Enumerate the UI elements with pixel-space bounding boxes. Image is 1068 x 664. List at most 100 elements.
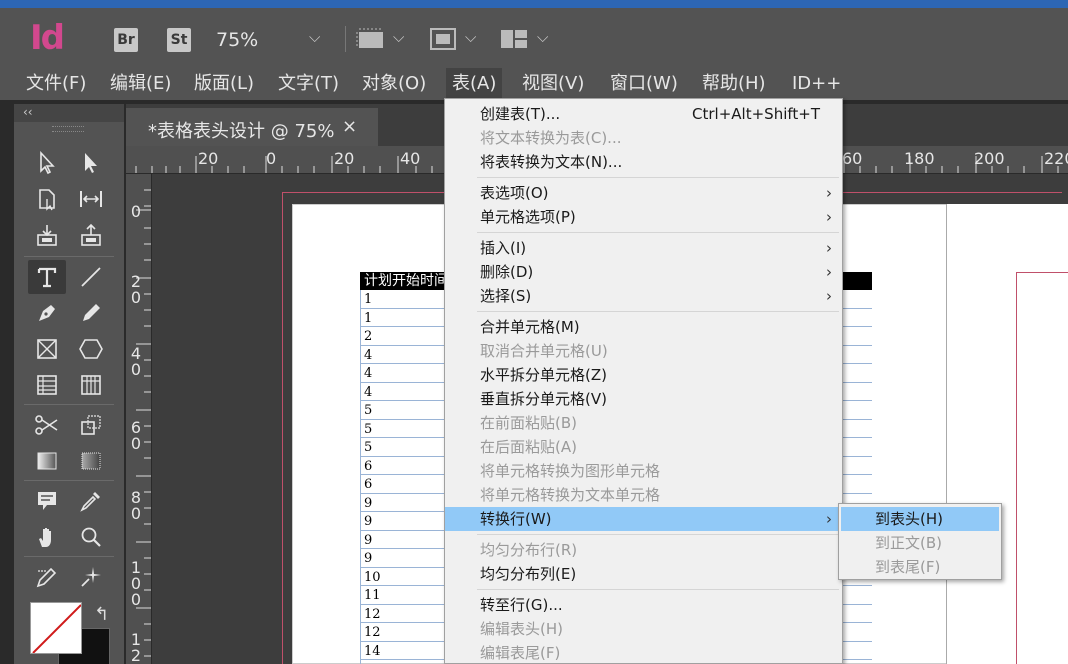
menu-item-go-to-row[interactable]: 转至行(G)... — [445, 593, 842, 617]
document-tab[interactable]: *表格表头设计 @ 75% × — [126, 108, 378, 146]
menu-item-delete[interactable]: 删除(D) › — [445, 260, 842, 284]
pencil-tool-icon[interactable] — [72, 296, 110, 330]
hand-tool-icon[interactable] — [28, 520, 66, 554]
menu-object[interactable]: 对象(O) — [358, 68, 430, 100]
menu-item-label: 将单元格转换为文本单元格 — [480, 486, 661, 504]
chevron-right-icon: › — [826, 184, 832, 202]
table-cell: 11 — [364, 588, 381, 603]
menu-item-label: 垂直拆分单元格(V) — [480, 390, 607, 408]
menu-help[interactable]: 帮助(H) — [698, 68, 770, 100]
gradient-swatch-tool-icon[interactable] — [28, 444, 66, 478]
chevron-down-icon[interactable]: ⌵ — [393, 28, 404, 46]
bridge-button[interactable]: Br — [114, 28, 138, 52]
panel-grip[interactable] — [52, 126, 84, 132]
arrange-documents-icon[interactable] — [499, 26, 529, 52]
menu-item-create-table[interactable]: 创建表(T)... Ctrl+Alt+Shift+T — [445, 102, 842, 126]
menu-item-insert[interactable]: 插入(I) › — [445, 236, 842, 260]
table-cell: 5 — [364, 403, 373, 418]
menu-item-edit-footer: 编辑表尾(F) — [445, 641, 842, 664]
menu-layout[interactable]: 版面(L) — [190, 68, 258, 100]
menu-item-label: 表选项(O) — [480, 184, 549, 202]
swap-fill-stroke-icon[interactable]: ↰ — [94, 604, 109, 625]
menu-window[interactable]: 窗口(W) — [606, 68, 682, 100]
menu-separator — [477, 311, 839, 312]
menu-edit[interactable]: 编辑(E) — [106, 68, 175, 100]
table-menu-dropdown: 创建表(T)... Ctrl+Alt+Shift+T 将文本转换为表(C)...… — [444, 98, 843, 664]
polygon-tool-icon[interactable] — [72, 332, 110, 366]
selection-tool-icon[interactable] — [28, 146, 66, 180]
close-icon[interactable]: × — [342, 116, 357, 137]
divider — [24, 404, 114, 405]
scissors-tool-icon[interactable] — [28, 408, 66, 442]
content-placer-icon[interactable] — [72, 218, 110, 252]
menu-view[interactable]: 视图(V) — [518, 68, 588, 100]
zoom-dropdown-icon[interactable]: ⌵ — [309, 28, 320, 46]
menu-item-convert-table-to-text[interactable]: 将表转换为文本(N)... — [445, 150, 842, 174]
screen-mode-icon[interactable] — [428, 26, 458, 52]
menu-item-label: 水平拆分单元格(Z) — [480, 366, 607, 384]
chevron-down-icon[interactable]: ⌵ — [465, 28, 476, 46]
line-tool-icon[interactable] — [72, 260, 110, 294]
free-transform-tool-icon[interactable] — [72, 408, 110, 442]
content-collector-icon[interactable] — [28, 218, 66, 252]
menu-item-label: 将文本转换为表(C)... — [480, 129, 622, 147]
menu-item-split-vertical[interactable]: 垂直拆分单元格(V) — [445, 387, 842, 411]
menu-item-select[interactable]: 选择(S) › — [445, 284, 842, 308]
menu-item-distribute-columns[interactable]: 均匀分布列(E) — [445, 562, 842, 586]
ruler-label: 4 0 — [130, 344, 142, 379]
table-header-cell: 计划开始时间 — [364, 273, 448, 289]
menu-item-convert-to-graphic-cell: 将单元格转换为图形单元格 — [445, 459, 842, 483]
ruler-label: 40 — [400, 149, 421, 168]
table-cell: 9 — [364, 514, 373, 529]
horizontal-grid-tool-icon[interactable] — [28, 368, 66, 402]
menu-item-convert-rows[interactable]: 转换行(W) › — [445, 507, 842, 531]
menu-file[interactable]: 文件(F) — [22, 68, 90, 100]
menu-item-split-horizontal[interactable]: 水平拆分单元格(Z) — [445, 363, 842, 387]
ruler-label: 2 0 — [130, 272, 142, 307]
table-cell: 9 — [364, 551, 373, 566]
ruler-label: 180 — [904, 149, 935, 168]
menu-item-label: 转至行(G)... — [480, 596, 563, 614]
divider — [24, 256, 114, 257]
zoom-level[interactable]: 75% — [216, 29, 258, 51]
menu-item-label: 删除(D) — [480, 263, 534, 281]
menu-item-label: 在后面粘贴(A) — [480, 438, 577, 456]
stock-button[interactable]: St — [167, 28, 191, 52]
zoom-tool-icon[interactable] — [72, 520, 110, 554]
indesign-logo: Id — [30, 18, 65, 58]
menu-item-cell-options[interactable]: 单元格选项(P) › — [445, 205, 842, 229]
menu-separator — [477, 589, 839, 590]
document-tab-title: *表格表头设计 @ 75% — [148, 121, 335, 142]
vertical-grid-tool-icon[interactable] — [72, 368, 110, 402]
menu-item-label: 取消合并单元格(U) — [480, 342, 608, 360]
page-tool-icon[interactable] — [28, 182, 66, 216]
menu-item-merge-cells[interactable]: 合并单元格(M) — [445, 315, 842, 339]
chevron-right-icon: › — [826, 510, 832, 528]
menu-idpp[interactable]: ID++ — [788, 68, 845, 100]
submenu-item-to-header[interactable]: 到表头(H) — [841, 507, 999, 531]
gradient-feather-tool-icon[interactable] — [72, 444, 110, 478]
menu-item-table-options[interactable]: 表选项(O) › — [445, 181, 842, 205]
title-strip — [0, 0, 1068, 8]
collapse-panel-icon[interactable]: ‹‹ — [23, 105, 33, 119]
edit-tool-icon[interactable] — [28, 560, 66, 594]
menu-table[interactable]: 表(A) — [446, 68, 503, 100]
fill-swatch[interactable] — [30, 602, 82, 654]
menu-type[interactable]: 文字(T) — [274, 68, 343, 100]
pen-tool-icon[interactable] — [28, 296, 66, 330]
app-bar: Id Br St 75% ⌵ ⌵ ⌵ ⌵ — [0, 8, 1068, 68]
ruler-label: 0 — [130, 202, 142, 221]
eyedropper-tool-icon[interactable] — [72, 484, 110, 518]
menu-item-label: 单元格选项(P) — [480, 208, 576, 226]
view-options-icon[interactable] — [356, 26, 386, 52]
rectangle-frame-tool-icon[interactable] — [28, 332, 66, 366]
gap-tool-icon[interactable] — [72, 182, 110, 216]
sparkle-tool-icon[interactable] — [72, 560, 110, 594]
type-tool-icon[interactable] — [28, 260, 66, 294]
menu-bar: 文件(F) 编辑(E) 版面(L) 文字(T) 对象(O) 表(A) 视图(V)… — [0, 68, 1068, 100]
chevron-down-icon[interactable]: ⌵ — [537, 28, 548, 46]
ruler-label: 1 2 — [130, 630, 142, 664]
note-tool-icon[interactable] — [28, 484, 66, 518]
direct-selection-tool-icon[interactable] — [72, 146, 110, 180]
vertical-ruler[interactable]: 0 2 0 4 0 6 0 8 0 1 0 0 1 2 — [126, 174, 152, 664]
